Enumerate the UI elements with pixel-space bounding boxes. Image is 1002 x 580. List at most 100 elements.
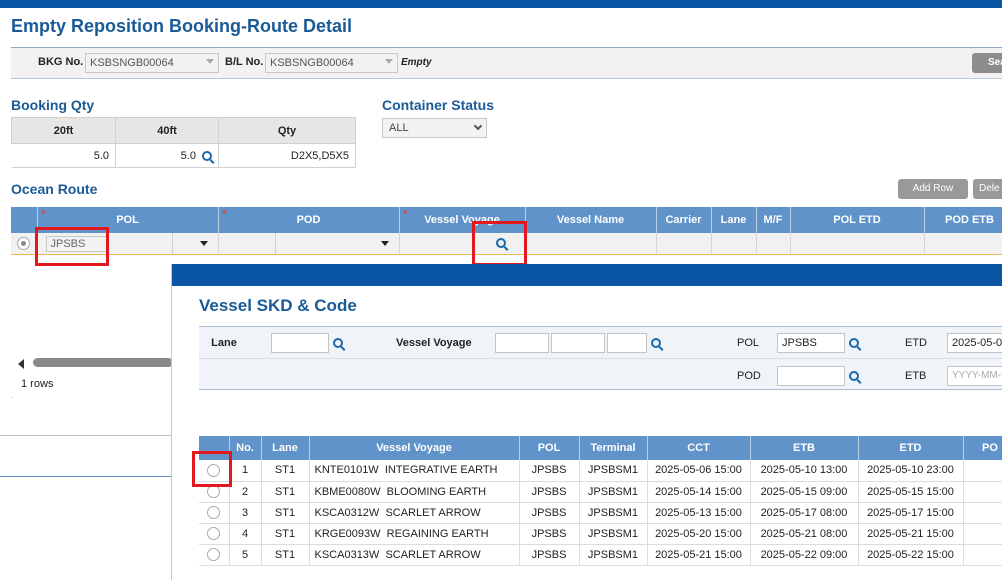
row-vessel-voyage: KSCA0313W SCARLET ARROW xyxy=(309,544,520,566)
row-vessel-voyage: KSCA0312W SCARLET ARROW xyxy=(309,502,520,524)
bkg-no-value: KSBSNGB00064 xyxy=(90,57,174,69)
vessel-skd-popup: Vessel SKD & Code Lane Vessel Voyage POL… xyxy=(171,264,1002,580)
required-marker-icon: * xyxy=(41,209,46,220)
voyage-number-input[interactable] xyxy=(551,333,605,353)
table-row[interactable]: 3 ST1 KSCA0312W SCARLET ARROW JPSBS JPSB… xyxy=(199,502,1002,524)
row-radio[interactable] xyxy=(207,527,221,540)
row-etb: 2025-05-21 08:00 xyxy=(750,523,859,545)
search-icon[interactable] xyxy=(849,338,859,348)
chevron-down-icon xyxy=(385,59,393,64)
cell-divider xyxy=(274,233,276,254)
col-vessel-voyage: Vessel Voyage xyxy=(309,436,520,460)
search-panel-divider xyxy=(199,358,1002,359)
chevron-down-icon[interactable] xyxy=(199,241,208,246)
qty-40ft-value: 5.0 xyxy=(180,149,196,162)
row-select-cell[interactable] xyxy=(199,544,230,566)
search-icon[interactable] xyxy=(849,371,859,381)
bl-no-field[interactable]: KSBSNGB00064 xyxy=(265,53,398,73)
etd-input[interactable]: 2025-05-0 xyxy=(947,333,1002,353)
row-no: 2 xyxy=(229,481,262,503)
chevron-down-icon xyxy=(206,59,214,64)
col-pol: POL xyxy=(519,436,580,460)
pol-label: POL xyxy=(737,337,760,349)
booking-qty-heading: Booking Qty xyxy=(11,97,95,113)
row-radio[interactable] xyxy=(207,548,221,561)
col-etd: ETD xyxy=(858,436,964,460)
vessel-code-input[interactable] xyxy=(495,333,549,353)
row-select-cell[interactable] xyxy=(11,233,38,255)
container-status-heading: Container Status xyxy=(382,97,495,113)
row-pol: JPSBS xyxy=(519,460,580,482)
container-status-select[interactable]: ALL xyxy=(382,118,487,138)
row-pod xyxy=(963,460,1002,482)
popup-title: Vessel SKD & Code xyxy=(199,296,357,315)
row-voyage-code: KSCA0313W xyxy=(314,548,380,561)
row-etb: 2025-05-22 09:00 xyxy=(750,544,859,566)
row-lane: ST1 xyxy=(261,481,310,503)
etd-label: ETD xyxy=(905,337,927,349)
col-pod: * POD xyxy=(218,207,400,233)
row-pod xyxy=(963,502,1002,524)
dot-mark xyxy=(11,397,12,398)
row-terminal: JPSBSM1 xyxy=(579,544,648,566)
horizontal-scrollbar[interactable] xyxy=(33,358,173,367)
row-select-cell[interactable] xyxy=(199,502,230,524)
row-radio[interactable] xyxy=(17,236,31,250)
row-terminal: JPSBSM1 xyxy=(579,502,648,524)
row-cct: 2025-05-13 15:00 xyxy=(647,502,751,524)
row-terminal: JPSBSM1 xyxy=(579,523,648,545)
table-row[interactable]: 2 ST1 KBME0080W BLOOMING EARTH JPSBS JPS… xyxy=(199,481,1002,503)
col-carrier: Carrier xyxy=(656,207,712,233)
top-bar xyxy=(0,0,1002,8)
pod-cell[interactable] xyxy=(218,233,400,255)
row-vessel-name: SCARLET ARROW xyxy=(385,548,481,561)
search-icon[interactable] xyxy=(202,150,212,161)
row-cct: 2025-05-06 15:00 xyxy=(647,460,751,482)
row-radio[interactable] xyxy=(207,506,221,519)
required-marker-icon: * xyxy=(403,209,408,220)
qty-40ft-cell: 5.0 xyxy=(115,143,219,168)
row-select-cell[interactable] xyxy=(199,523,230,545)
row-no: 4 xyxy=(229,523,262,545)
chevron-down-icon[interactable] xyxy=(380,241,389,246)
etb-label: ETB xyxy=(905,370,927,382)
pol-etd-cell xyxy=(790,233,925,255)
add-row-button[interactable]: Add Row xyxy=(898,179,968,199)
search-icon[interactable] xyxy=(333,338,343,348)
table-row[interactable]: 5 ST1 KSCA0313W SCARLET ARROW JPSBS JPSB… xyxy=(199,544,1002,566)
row-voyage-code: KBME0080W xyxy=(314,485,381,498)
pol-input[interactable]: JPSBS xyxy=(777,333,845,353)
vessel-schedule-table: No. Lane Vessel Voyage POL Terminal CCT … xyxy=(199,436,1002,566)
col-select xyxy=(11,207,38,233)
table-row[interactable]: 1 ST1 KNTE0101W INTEGRATIVE EARTH JPSBS … xyxy=(199,460,1002,482)
page-title: Empty Reposition Booking-Route Detail xyxy=(11,16,353,36)
search-icon[interactable] xyxy=(651,338,661,348)
row-lane: ST1 xyxy=(261,502,310,524)
mf-cell xyxy=(756,233,791,255)
row-pol: JPSBS xyxy=(519,502,580,524)
col-pol-label: POL xyxy=(116,214,139,226)
row-pol: JPSBS xyxy=(519,523,580,545)
col-pod-etb: POD ETB xyxy=(924,207,1002,233)
delete-row-button[interactable]: Dele xyxy=(973,179,1002,199)
scroll-left-icon[interactable] xyxy=(18,359,24,369)
direction-input[interactable] xyxy=(607,333,647,353)
bkg-no-field[interactable]: KSBSNGB00064 xyxy=(85,53,219,73)
row-pol: JPSBS xyxy=(519,481,580,503)
etb-input[interactable]: YYYY-MM-D xyxy=(947,366,1002,386)
pod-input[interactable] xyxy=(777,366,845,386)
popup-search-panel: Lane Vessel Voyage POL JPSBS ETD 2025-05… xyxy=(199,326,1002,390)
highlight-box-vessel-search xyxy=(472,221,527,266)
row-vessel-voyage: KRGE0093W REGAINING EARTH xyxy=(309,523,520,545)
row-cct: 2025-05-21 15:00 xyxy=(647,544,751,566)
lane-input[interactable] xyxy=(271,333,329,353)
search-button[interactable]: Sea xyxy=(972,53,1002,73)
col-vessel-name: Vessel Name xyxy=(525,207,657,233)
row-etd: 2025-05-17 15:00 xyxy=(858,502,964,524)
row-voyage-code: KSCA0312W xyxy=(314,506,380,519)
row-etb: 2025-05-15 09:00 xyxy=(750,481,859,503)
highlight-box-row-select xyxy=(192,451,232,487)
booking-qty-table: 20ft 40ft Qty 5.0 5.0 D2X5,D5X5 xyxy=(11,117,356,168)
row-no: 3 xyxy=(229,502,262,524)
table-row[interactable]: 4 ST1 KRGE0093W REGAINING EARTH JPSBS JP… xyxy=(199,523,1002,545)
